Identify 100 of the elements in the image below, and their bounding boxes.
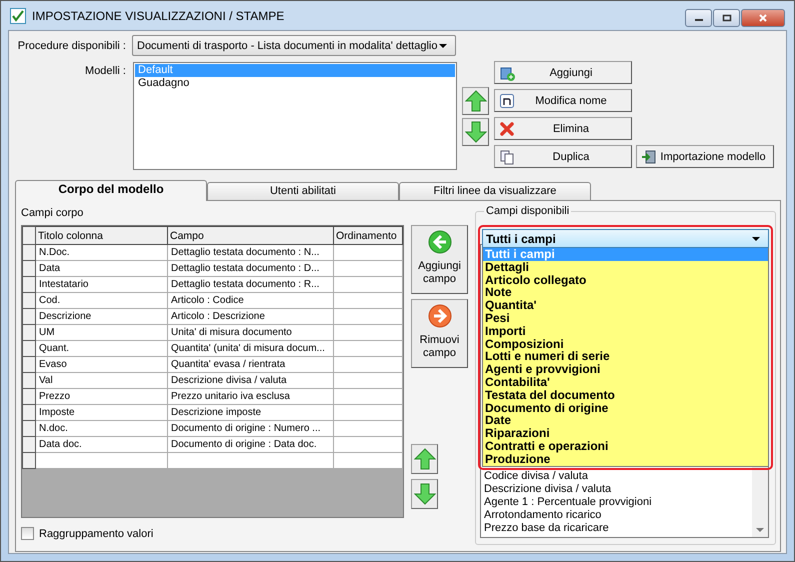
scroll-down-icon	[756, 528, 764, 532]
table-cell: Descrizione	[36, 308, 168, 324]
move-down-button[interactable]	[462, 118, 489, 146]
table-cell: Quant.	[36, 340, 168, 356]
list-item[interactable]: Codice divisa / valuta	[484, 470, 752, 483]
dropdown-option[interactable]: Contabilita'	[483, 376, 768, 389]
dropdown-option[interactable]: Agenti e provvigioni	[483, 363, 768, 376]
dropdown-option[interactable]: Dettagli	[483, 260, 768, 274]
list-item[interactable]: Arrotondamento ricarico	[484, 509, 752, 522]
table-cell: Dettaglio testata documento : D...	[168, 260, 334, 276]
table-cell: Quantita' evasa / rientrata	[168, 356, 334, 372]
letter-n-icon	[499, 92, 515, 108]
tab[interactable]: Filtri linee da visualizzare	[399, 182, 591, 200]
up-arrow-icon	[414, 447, 436, 471]
close-button[interactable]	[741, 9, 785, 27]
move-down-button[interactable]	[411, 479, 438, 509]
table-cell: UM	[36, 324, 168, 340]
list-item[interactable]: Prezzo base da ricaricare	[484, 522, 752, 535]
close-icon	[758, 14, 768, 22]
minimize-button[interactable]	[685, 9, 712, 27]
dropdown-option[interactable]: Quantita'	[483, 299, 768, 312]
table-cell: Imposte	[36, 404, 168, 420]
maximize-button[interactable]	[713, 9, 740, 27]
dropdown-arrow-icon	[439, 44, 447, 48]
procedure-label: Procedure disponibili :	[16, 40, 126, 52]
section-label: Campi corpo	[21, 207, 84, 220]
checkbox-label: Raggruppamento valori	[39, 528, 154, 540]
up-arrow-icon	[464, 89, 486, 113]
tab[interactable]: Utenti abilitati	[207, 182, 399, 200]
maximize-icon	[722, 14, 732, 22]
row-header	[22, 372, 36, 388]
table-cell: Descrizione divisa / valuta	[168, 372, 334, 388]
dropdown-option[interactable]: Importi	[483, 324, 768, 338]
procedure-dropdown[interactable]: Documenti di trasporto - Lista documenti in modalita' dettaglio	[132, 35, 456, 56]
field-action-button[interactable]: Aggiungi campo	[411, 225, 468, 294]
dropdown-arrow-icon	[752, 236, 760, 240]
row-header	[22, 276, 36, 292]
table-cell: Unita' di misura documento	[168, 324, 334, 340]
column-header: Ordinamento	[334, 226, 402, 244]
row-header	[22, 452, 36, 468]
dropdown-option[interactable]: Contratti e operazioni	[483, 440, 768, 453]
dropdown-option[interactable]: Lotti e numeri di serie	[483, 350, 768, 364]
down-arrow-icon	[414, 482, 436, 506]
x-mark-icon	[499, 120, 515, 136]
table-cell: Data	[36, 260, 168, 276]
dropdown-option[interactable]: Note	[483, 286, 768, 300]
table-cell: Val	[36, 372, 168, 388]
row-header	[22, 436, 36, 452]
table-cell: Data doc.	[36, 436, 168, 452]
dropdown-option[interactable]: Composizioni	[483, 338, 768, 350]
import-icon	[641, 148, 657, 164]
list-item[interactable]: Descrizione divisa / valuta	[484, 483, 752, 496]
dropdown-option[interactable]: Riparazioni	[483, 427, 768, 440]
window-title: IMPOSTAZIONE VISUALIZZAZIONI / STAMPE	[32, 8, 286, 22]
category-dropdown[interactable]: Tutti i campi	[482, 229, 769, 248]
row-header	[22, 340, 36, 356]
dropdown-option[interactable]: Testata del documento	[483, 388, 768, 402]
dropdown-option[interactable]: Date	[483, 414, 768, 428]
model-action-button[interactable]: Aggiungi	[494, 61, 632, 84]
dropdown-option[interactable]: Documento di origine	[483, 402, 768, 414]
field-action-button[interactable]: Rimuovi campo	[411, 299, 468, 368]
table-cell: Quantita' (unita' di misura docum...	[168, 340, 334, 356]
row-header	[22, 260, 36, 276]
move-up-button[interactable]	[462, 87, 489, 115]
table-cell: Documento di origine : Data doc.	[168, 436, 334, 452]
model-action-button[interactable]: Duplica	[494, 145, 632, 168]
move-up-button[interactable]	[411, 444, 438, 474]
import-model-button[interactable]: Importazione modello	[636, 145, 774, 168]
models-list[interactable]: Default Guadagno	[133, 62, 457, 170]
tab[interactable]: Corpo del modello	[15, 180, 207, 201]
table-cell: Prezzo	[36, 388, 168, 404]
table-cell: Intestatario	[36, 276, 168, 292]
row-header	[22, 324, 36, 340]
table-cell: N.doc.	[36, 420, 168, 436]
table-cell: Cod.	[36, 292, 168, 308]
row-header	[22, 292, 36, 308]
row-header	[22, 226, 36, 244]
column-header: Titolo colonna	[36, 226, 168, 244]
row-header	[22, 308, 36, 324]
dropdown-option[interactable]: Pesi	[483, 312, 768, 325]
model-item[interactable]: Guadagno	[135, 77, 455, 90]
checkmark-icon	[10, 8, 26, 24]
group-label: Campi disponibili	[484, 205, 572, 217]
dropdown-option[interactable]: Articolo collegato	[483, 274, 768, 286]
table-cell: Articolo : Codice	[168, 292, 334, 308]
table-cell: Prezzo unitario iva esclusa	[168, 388, 334, 404]
table-cell: Dettaglio testata documento : R...	[168, 276, 334, 292]
row-header	[22, 356, 36, 372]
model-action-button[interactable]: Modifica nome	[494, 89, 632, 112]
checkbox[interactable]	[21, 527, 34, 540]
down-arrow-icon	[464, 120, 486, 144]
copy-icon	[499, 148, 515, 164]
model-action-button[interactable]: Elimina	[494, 117, 632, 140]
column-header: Campo	[168, 226, 334, 244]
row-header	[22, 404, 36, 420]
dropdown-option[interactable]: Produzione	[483, 452, 768, 466]
list-item[interactable]: Agente 1 : Percentuale provvigioni	[484, 496, 752, 509]
table-cell: N.Doc.	[36, 244, 168, 260]
row-header	[22, 388, 36, 404]
table-cell: Dettaglio testata documento : N...	[168, 244, 334, 260]
